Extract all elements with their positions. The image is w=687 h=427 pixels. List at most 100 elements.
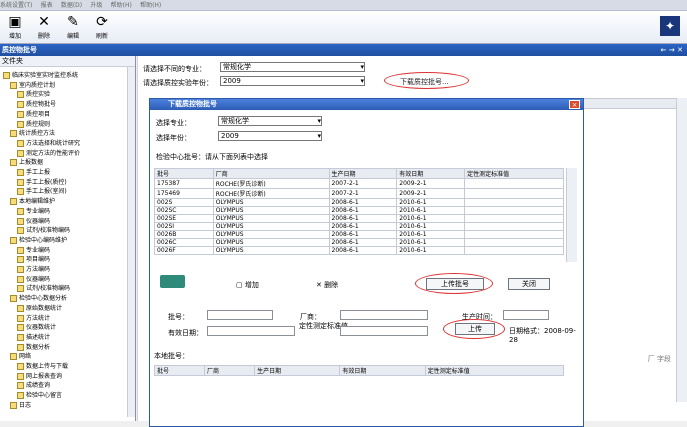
- close-button[interactable]: 关闭: [508, 278, 550, 290]
- tree-item[interactable]: 统计质控方法: [10, 128, 55, 138]
- tree-item[interactable]: 日志: [10, 400, 31, 409]
- table-row[interactable]: 002S OLYMPUS 2008-6-1 2010-6-1: [154, 198, 564, 207]
- column-header[interactable]: 有效日期: [339, 365, 426, 376]
- table-cell: 002SC: [154, 206, 214, 215]
- tree-item[interactable]: 数据分析: [17, 342, 50, 351]
- tree-item[interactable]: 质控规则: [17, 119, 50, 128]
- table-row[interactable]: 002SC OLYMPUS 2008-6-1 2010-6-1: [154, 206, 564, 215]
- close-icon[interactable]: ×: [569, 100, 580, 109]
- tree-scrollbar[interactable]: [127, 67, 135, 417]
- tree-item-label: 专业编码: [26, 207, 51, 215]
- column-header[interactable]: 厂商: [212, 168, 330, 179]
- tree-item[interactable]: 检验中心留言: [17, 390, 62, 400]
- table-row[interactable]: 002SI OLYMPUS 2008-6-1 2010-6-1: [154, 222, 564, 231]
- tree-item[interactable]: 质控实验: [17, 89, 50, 99]
- table-cell: 175469: [154, 188, 214, 199]
- batch-input[interactable]: [207, 310, 273, 320]
- tree-item[interactable]: 检验中心编码维护: [10, 235, 67, 244]
- content-scrollbar[interactable]: [676, 98, 687, 402]
- tree-item[interactable]: 成绩查询: [17, 380, 50, 390]
- column-header[interactable]: 定性测定标准值: [464, 168, 564, 179]
- tree-item-label: 日志: [19, 401, 32, 409]
- tree-item-label: 数据上传与下载: [26, 363, 69, 370]
- column-header[interactable]: 定性测定标准值: [424, 365, 565, 376]
- tree-item[interactable]: 质控物批号: [17, 99, 56, 109]
- tree-item[interactable]: 本地编辑维护: [10, 196, 55, 206]
- major-select[interactable]: 常规化学 ▾: [220, 62, 365, 72]
- tree-item[interactable]: 网上报表查询: [17, 371, 62, 380]
- menu-report[interactable]: 报表: [41, 2, 53, 9]
- tree-item[interactable]: 上报数据: [10, 157, 43, 167]
- maker-input[interactable]: [340, 310, 428, 320]
- column-header[interactable]: 有效日期: [396, 168, 466, 179]
- column-header[interactable]: 批号: [154, 168, 214, 179]
- menu-data[interactable]: 数据(D): [61, 2, 82, 9]
- tree-item[interactable]: 方法编码: [17, 264, 50, 273]
- table-row[interactable]: 0026B OLYMPUS 2008-6-1 2010-6-1: [154, 230, 564, 239]
- folder-icon: [17, 285, 24, 293]
- table-cell: [464, 198, 564, 207]
- tree-item[interactable]: 方法统计: [17, 313, 50, 322]
- tree-item[interactable]: 方法选择和统计研究: [17, 138, 80, 147]
- column-header[interactable]: 生产日期: [254, 365, 341, 376]
- tree-item[interactable]: 仪器编码: [17, 274, 50, 283]
- menu-help[interactable]: 帮助(H): [111, 2, 132, 9]
- table-cell: OLYMPUS: [212, 198, 330, 207]
- folder-icon: [17, 110, 24, 118]
- tree-item[interactable]: 数据上传与下载: [17, 361, 68, 370]
- app-logo-icon: ✦: [660, 16, 680, 36]
- standard-input[interactable]: [340, 326, 428, 336]
- tree-item[interactable]: 试剂/校准物编码: [17, 283, 70, 293]
- column-header[interactable]: 厂商: [204, 365, 256, 376]
- dialog-major-select[interactable]: 常规化学 ▾: [218, 116, 322, 126]
- add-action[interactable]: ▢ 增加: [236, 280, 259, 290]
- table-row[interactable]: 0026F OLYMPUS 2008-6-1 2010-6-1: [154, 246, 564, 255]
- table-row[interactable]: 175469 ROCHE(罗氏诊断) 2007-2-1 2009-2-1: [154, 188, 564, 199]
- menu-upgrade[interactable]: 升级: [90, 2, 102, 9]
- table-row[interactable]: 175387 ROCHE(罗氏诊断) 2007-2-1 2009-2-1: [154, 178, 564, 189]
- column-header[interactable]: 批号: [153, 365, 206, 376]
- year-select[interactable]: 2009 ▾: [220, 76, 365, 86]
- tree-item-label: 网上报表查询: [26, 372, 63, 380]
- tree-item[interactable]: 试剂/校准物编码: [17, 225, 70, 235]
- tree-item[interactable]: 描述统计: [17, 332, 50, 341]
- tree-item[interactable]: 专业编码: [17, 245, 50, 254]
- tree-item[interactable]: 测定方法的性能评价: [17, 148, 80, 157]
- menu-help-2[interactable]: 帮助(H): [140, 2, 161, 9]
- tree-item[interactable]: 质控项目: [17, 109, 50, 118]
- folder-icon: [17, 91, 24, 99]
- table-row[interactable]: 0026C OLYMPUS 2008-6-1 2010-6-1: [154, 238, 564, 247]
- local-batch-table: 批号 厂商 生产日期 有效日期 定性测定标准值: [153, 365, 565, 376]
- table-cell: OLYMPUS: [212, 222, 330, 231]
- add-button[interactable]: ▣ 增加: [4, 13, 26, 43]
- tree-item[interactable]: 室内质控计划: [10, 80, 55, 89]
- refresh-button[interactable]: ⟳ 刷新: [91, 13, 113, 43]
- tree-item[interactable]: 临床实验室实时监控系统: [3, 70, 78, 79]
- dialog-year-select[interactable]: 2009 ▾: [218, 131, 322, 141]
- folder-icon: [10, 130, 17, 138]
- valid-input[interactable]: [207, 326, 295, 336]
- batch-label: 批号：: [168, 313, 189, 321]
- window-controls[interactable]: ← → ✕: [661, 44, 683, 56]
- tree-item[interactable]: 原始数据统计: [17, 303, 62, 312]
- tree-item-label: 质控项目: [26, 110, 51, 118]
- tree-item[interactable]: 网络: [10, 351, 31, 361]
- tree-item[interactable]: 仪器数统计: [17, 322, 56, 332]
- produce-input[interactable]: [503, 310, 549, 320]
- tree-item[interactable]: 手工上报(质控): [17, 177, 67, 186]
- tree-item[interactable]: 手工上报: [17, 167, 50, 176]
- column-header[interactable]: 生产日期: [328, 168, 398, 179]
- batch-table-scrollbar[interactable]: [566, 168, 577, 262]
- edit-button[interactable]: ✎ 编辑: [62, 13, 84, 43]
- delete-button[interactable]: ✕ 删除: [33, 13, 55, 43]
- menu-system[interactable]: 系统设置(T): [0, 2, 32, 9]
- tree-item[interactable]: 检验中心数据分析: [10, 293, 67, 303]
- delete-action[interactable]: ✕ 删除: [316, 280, 338, 290]
- tree-item[interactable]: 手工上报(室间): [17, 186, 67, 196]
- table-cell: 2010-6-1: [396, 214, 466, 223]
- table-row[interactable]: 002SE OLYMPUS 2008-6-1 2010-6-1: [154, 214, 564, 223]
- folder-icon: [17, 392, 24, 400]
- tree-item[interactable]: 仪器编码: [17, 216, 50, 225]
- tree-item[interactable]: 专业编码: [17, 206, 50, 215]
- tree-item[interactable]: 项目编码: [17, 254, 50, 264]
